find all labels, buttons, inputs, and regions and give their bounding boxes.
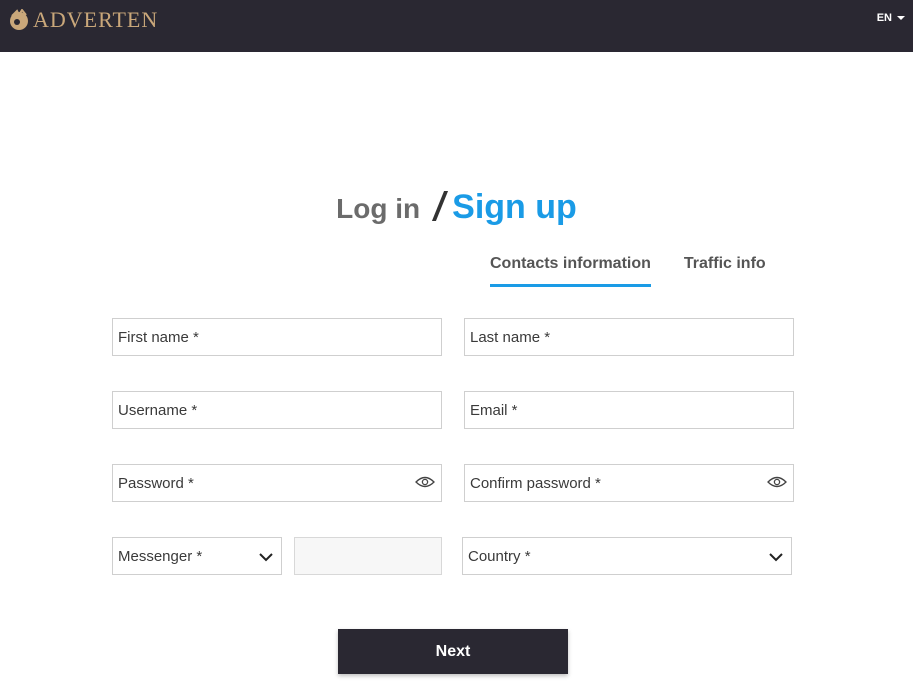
username-field[interactable] [112, 391, 442, 429]
username-input[interactable] [118, 392, 441, 428]
messenger-handle-input[interactable] [300, 538, 441, 574]
form-tabs: Contacts information Traffic info [490, 254, 766, 287]
top-bar: ADVERTEN EN [0, 0, 913, 52]
last-name-field[interactable] [464, 318, 794, 356]
slash-divider [432, 191, 449, 221]
password-field[interactable] [112, 464, 442, 502]
confirm-password-input[interactable] [470, 465, 793, 501]
confirm-password-field[interactable] [464, 464, 794, 502]
language-code: EN [876, 12, 892, 24]
tab-traffic-info[interactable]: Traffic info [684, 254, 766, 287]
language-selector[interactable]: EN [877, 12, 905, 24]
login-link[interactable]: Log in [336, 193, 420, 224]
messenger-select[interactable]: Messenger * [112, 537, 282, 575]
signup-link[interactable]: Sign up [452, 188, 577, 226]
last-name-input[interactable] [470, 319, 793, 355]
messenger-handle-field[interactable] [294, 537, 442, 575]
logo-mark-icon [10, 9, 28, 30]
brand-logo[interactable]: ADVERTEN [8, 6, 158, 34]
email-field[interactable] [464, 391, 794, 429]
chevron-down-icon [769, 553, 783, 562]
country-select[interactable]: Country * [462, 537, 792, 575]
first-name-input[interactable] [118, 319, 441, 355]
tab-contacts-information[interactable]: Contacts information [490, 254, 651, 287]
caret-down-icon [897, 16, 905, 20]
next-button[interactable]: Next [338, 629, 568, 674]
brand-name: ADVERTEN [33, 7, 159, 32]
auth-heading: Log in Sign up [0, 188, 913, 227]
password-input[interactable] [118, 465, 441, 501]
country-select-label: Country * [468, 547, 531, 565]
eye-icon[interactable] [767, 474, 787, 490]
messenger-select-label: Messenger * [118, 547, 203, 565]
first-name-field[interactable] [112, 318, 442, 356]
chevron-down-icon [259, 553, 273, 562]
email-input[interactable] [470, 392, 793, 428]
eye-icon[interactable] [415, 474, 435, 490]
